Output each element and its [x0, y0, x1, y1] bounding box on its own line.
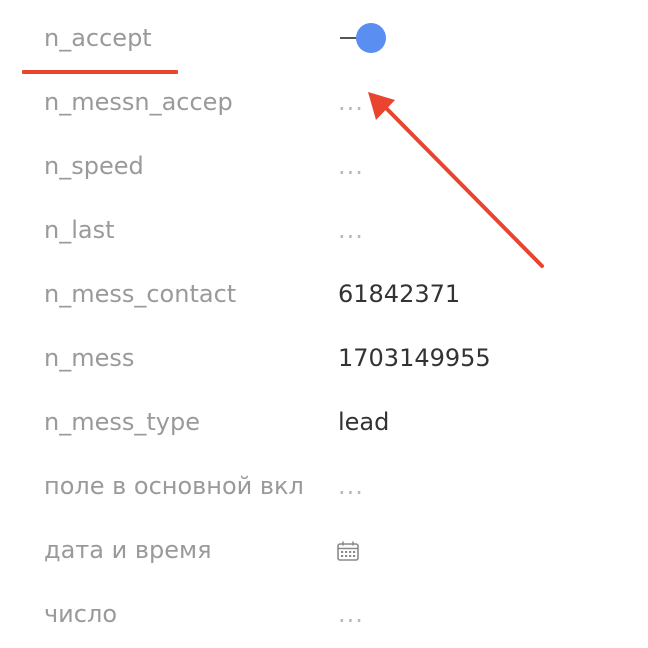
field-label: n_mess_type [44, 408, 200, 436]
field-row-date-time: дата и время [0, 518, 648, 582]
n-accept-toggle[interactable] [338, 22, 390, 54]
annotation-underline [22, 70, 178, 74]
field-row-number: число ... [0, 582, 648, 646]
field-value-empty[interactable]: ... [338, 598, 364, 630]
field-label: n_mess_contact [44, 280, 237, 308]
field-label: n_mess [44, 344, 135, 372]
field-label: число [44, 600, 117, 628]
field-label: n_accept [44, 24, 152, 52]
field-value[interactable]: lead [338, 406, 389, 438]
field-label: n_messn_accep [44, 88, 233, 116]
calendar-icon[interactable] [336, 540, 360, 562]
field-row-n-messn-accep: n_messn_accep ... [0, 70, 648, 134]
field-row-n-last: n_last ... [0, 198, 648, 262]
field-label: дата и время [44, 536, 212, 564]
field-label: n_speed [44, 152, 144, 180]
field-value-empty[interactable]: ... [338, 86, 364, 118]
field-row-main-tab-field: поле в основной вкл ... [0, 454, 648, 518]
field-row-n-accept: n_accept [0, 6, 648, 70]
field-row-n-mess-type: n_mess_type lead [0, 390, 648, 454]
field-value-empty[interactable]: ... [338, 470, 364, 502]
field-label: поле в основной вкл [44, 472, 304, 500]
field-row-n-speed: n_speed ... [0, 134, 648, 198]
field-value[interactable]: 1703149955 [338, 342, 491, 374]
field-value-empty[interactable]: ... [338, 214, 364, 246]
field-row-n-mess-contact: n_mess_contact 61842371 [0, 262, 648, 326]
field-label: n_last [44, 216, 115, 244]
field-row-n-mess: n_mess 1703149955 [0, 326, 648, 390]
field-value[interactable]: 61842371 [338, 278, 460, 310]
field-value-empty[interactable]: ... [338, 150, 364, 182]
fields-list: n_accept n_messn_accep ... n_speed ... n… [0, 6, 648, 646]
toggle-knob [356, 23, 386, 53]
